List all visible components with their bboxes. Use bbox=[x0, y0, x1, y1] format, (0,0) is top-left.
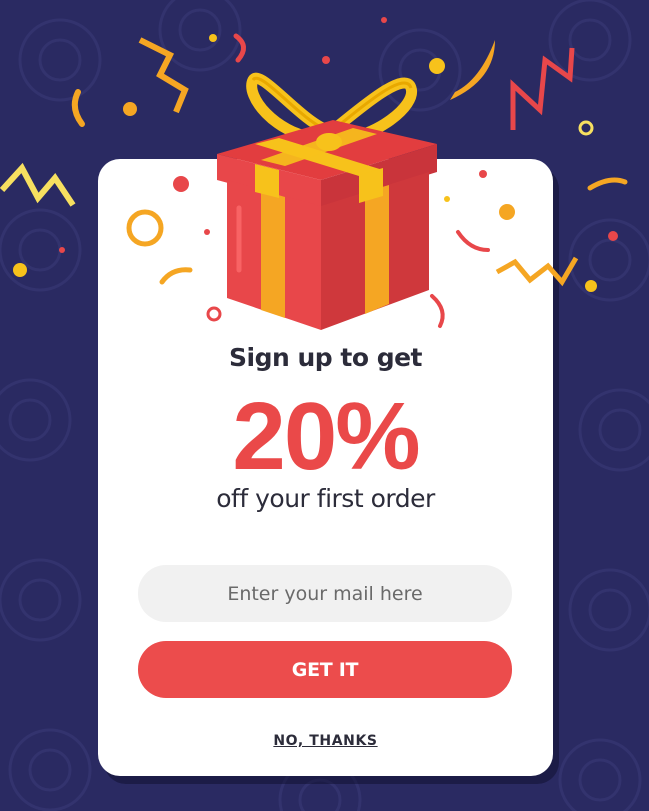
email-field[interactable] bbox=[138, 565, 512, 622]
gift-box-icon bbox=[217, 72, 437, 330]
discount-value: 20% bbox=[232, 383, 420, 490]
get-it-button[interactable]: GET IT bbox=[138, 641, 512, 698]
popup-subline: off your first order bbox=[216, 484, 435, 513]
popup-headline: Sign up to get bbox=[229, 343, 423, 372]
no-thanks-link[interactable]: NO, THANKS bbox=[98, 733, 553, 749]
